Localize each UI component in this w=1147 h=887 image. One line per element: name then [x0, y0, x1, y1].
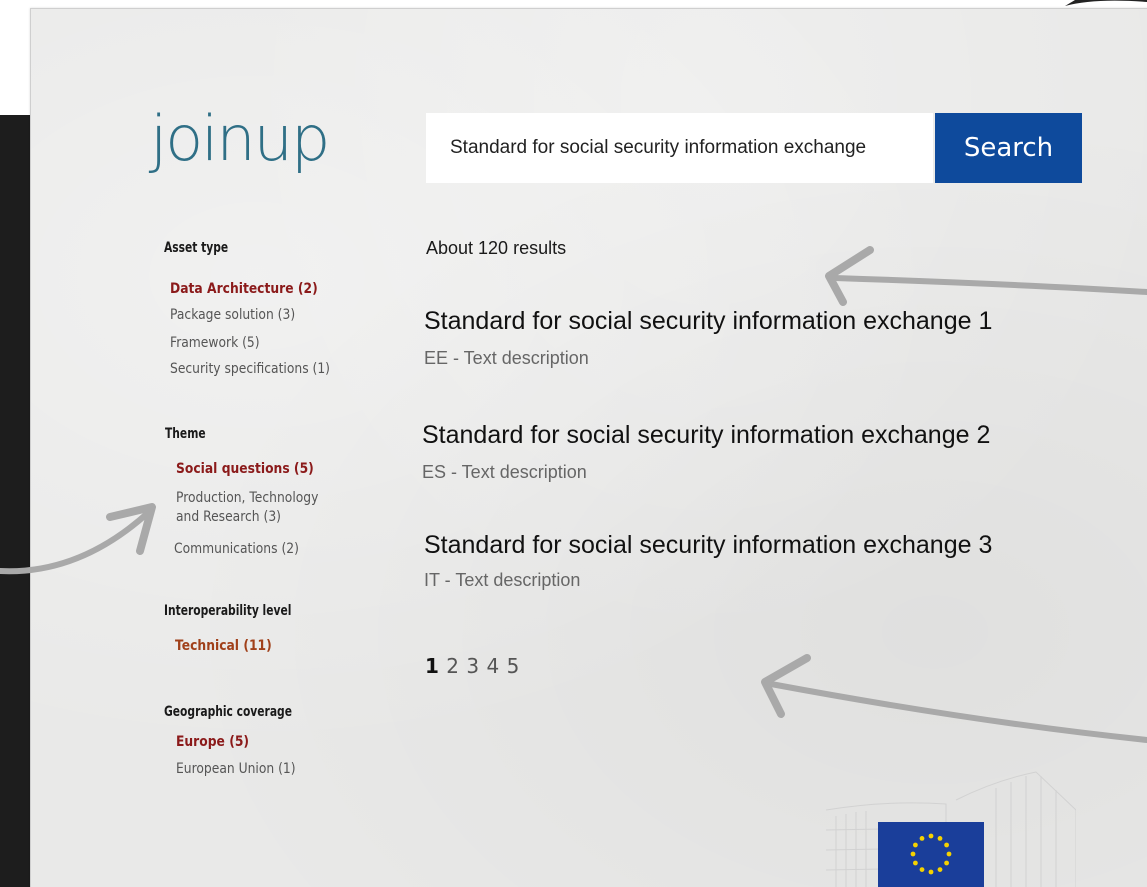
- facet-item-data-architecture[interactable]: Data Architecture (2): [170, 280, 318, 299]
- page-link-5[interactable]: 5: [507, 654, 520, 678]
- page-link-1[interactable]: 1: [425, 654, 439, 678]
- result-description-3: IT - Text description: [424, 570, 581, 590]
- search-input[interactable]: [426, 113, 933, 183]
- result-title-3[interactable]: Standard for social security information…: [424, 531, 992, 560]
- facet-item-social-questions[interactable]: Social questions (5): [176, 460, 314, 479]
- page-link-3[interactable]: 3: [466, 654, 479, 678]
- facet-heading-interoperability-level: Interoperability level: [164, 603, 292, 619]
- result-description-1: EE - Text description: [424, 348, 589, 368]
- page-link-2[interactable]: 2: [446, 654, 459, 678]
- corner-scribble: [1065, 0, 1147, 6]
- facet-heading-asset-type: Asset type: [164, 240, 229, 256]
- search-button[interactable]: Search: [935, 113, 1082, 183]
- facet-item-communications[interactable]: Communications (2): [174, 540, 299, 559]
- facet-item-european-union[interactable]: European Union (1): [176, 760, 296, 779]
- result-title-1[interactable]: Standard for social security information…: [424, 307, 992, 336]
- results-count: About 120 results: [426, 238, 567, 258]
- pagination: 1 2 3 4 5: [425, 654, 520, 678]
- result-description-2: ES - Text description: [422, 462, 587, 482]
- facet-heading-geographic-coverage: Geographic coverage: [164, 704, 292, 720]
- facet-item-production-technology[interactable]: Production, Technology: [176, 489, 318, 508]
- facet-item-package-solution[interactable]: Package solution (3): [170, 306, 295, 325]
- facet-sidebar: Asset type Data Architecture (2) Package…: [0, 0, 400, 887]
- facet-item-europe[interactable]: Europe (5): [176, 733, 249, 752]
- facet-heading-theme: Theme: [165, 426, 206, 442]
- eu-flag-icon: [878, 822, 984, 887]
- facet-item-and-research[interactable]: and Research (3): [176, 508, 281, 527]
- page-link-4[interactable]: 4: [486, 654, 499, 678]
- facet-item-framework[interactable]: Framework (5): [170, 334, 260, 353]
- result-title-2[interactable]: Standard for social security information…: [422, 421, 990, 450]
- facet-item-security-specifications[interactable]: Security specifications (1): [170, 360, 330, 379]
- page-canvas: joinup Search Asset type Data Architectu…: [0, 0, 1147, 887]
- facet-item-technical[interactable]: Technical (11): [175, 637, 272, 656]
